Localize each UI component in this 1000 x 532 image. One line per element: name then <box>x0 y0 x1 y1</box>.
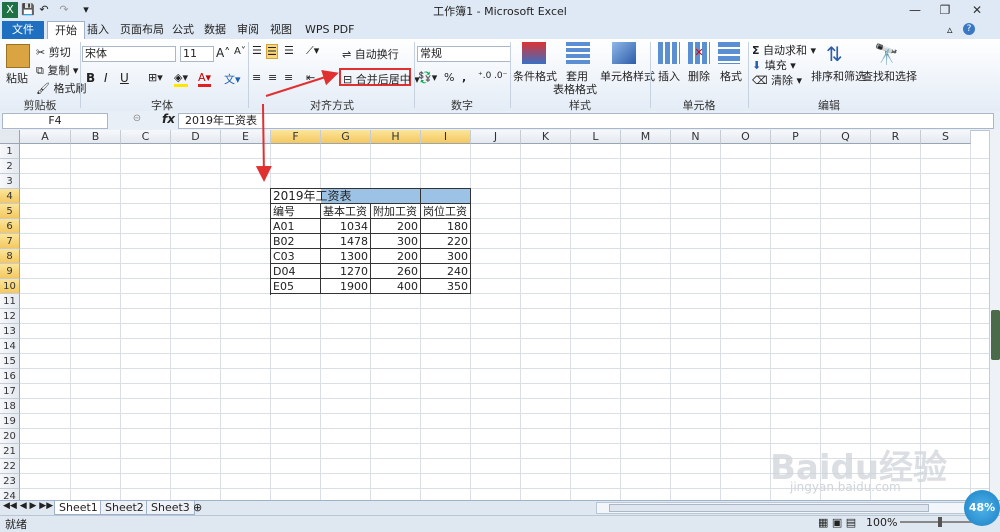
zoom-slider[interactable] <box>900 517 980 527</box>
sheet-tab-2[interactable]: Sheet2 <box>100 501 149 515</box>
hscroll-thumb[interactable] <box>609 504 929 512</box>
watermark-url: jingyan.baidu.com <box>790 480 901 494</box>
scroll-thumb[interactable] <box>991 310 1000 360</box>
status-ready: 就绪 <box>5 518 27 531</box>
vertical-scrollbar[interactable] <box>989 130 1000 500</box>
sheet-nav-icon[interactable]: ◀◀ ◀ ▶ ▶▶ <box>3 501 53 511</box>
sheet-tab-1[interactable]: Sheet1 <box>54 501 103 515</box>
sheet-tab-3[interactable]: Sheet3 <box>146 501 195 515</box>
arrow-to-merge-button <box>265 70 339 97</box>
new-sheet-icon[interactable]: ⊕ <box>193 501 202 514</box>
zoom-thumb[interactable] <box>938 517 942 527</box>
arrow-to-table <box>255 103 272 182</box>
network-badge[interactable]: 48% <box>964 490 1000 526</box>
horizontal-scrollbar[interactable] <box>596 502 978 514</box>
zoom-level[interactable]: 100% <box>866 516 897 529</box>
view-buttons-icon[interactable]: ▦ ▣ ▤ <box>818 516 856 529</box>
